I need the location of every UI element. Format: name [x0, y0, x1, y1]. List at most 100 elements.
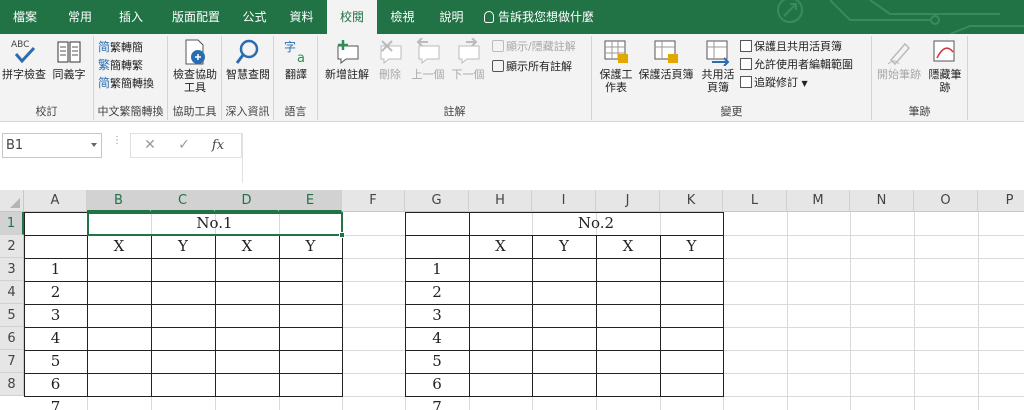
translate-button[interactable]: 字 a 翻譯 — [278, 38, 314, 81]
row-header[interactable]: 4 — [0, 281, 24, 304]
smart-lookup-label: 智慧查閱 — [226, 68, 270, 81]
table-index-cell[interactable]: 1 — [405, 258, 469, 281]
group-label-proofing: 校訂 — [35, 105, 58, 118]
column-header[interactable]: M — [787, 190, 850, 212]
check-accessibility-button[interactable]: 檢查協助工具 — [170, 38, 220, 94]
table-title[interactable]: No.2 — [469, 212, 723, 235]
show-all-comments-button[interactable]: 顯示所有註解 — [492, 60, 572, 74]
table-index-cell[interactable]: 2 — [405, 281, 469, 304]
column-header[interactable]: I — [532, 190, 596, 212]
table-index-cell[interactable]: 5 — [405, 350, 469, 373]
tab-file[interactable]: 檔案 — [0, 0, 50, 34]
column-header[interactable]: H — [469, 190, 532, 212]
row-header[interactable]: 1 — [0, 212, 24, 235]
tell-me-box[interactable]: 告訴我您想做什麼 — [484, 0, 594, 34]
enter-check-icon[interactable]: ✓ — [169, 134, 199, 157]
table-border — [24, 281, 343, 282]
column-header[interactable]: F — [342, 190, 405, 212]
group-chinese-conversion: 简繁轉簡 繁簡轉繁 简繁簡轉換 中文繁簡轉換 — [94, 36, 168, 120]
track-changes-button[interactable]: 追蹤修訂 ▼ — [740, 76, 808, 91]
table-header-cell[interactable]: Y — [660, 235, 723, 258]
table-index-cell[interactable]: 7 — [24, 396, 87, 410]
table-index-cell[interactable]: 6 — [405, 373, 469, 396]
name-box[interactable]: B1 — [2, 133, 102, 158]
tab-help[interactable]: 說明 — [429, 0, 474, 34]
tab-view[interactable]: 檢視 — [380, 0, 425, 34]
fill-handle[interactable] — [339, 232, 345, 238]
tab-home[interactable]: 常用 — [55, 0, 105, 34]
tab-page-layout[interactable]: 版面配置 — [161, 0, 231, 34]
row-header[interactable]: 3 — [0, 258, 24, 281]
spelling-button[interactable]: ABC 拼字檢查 — [0, 38, 48, 81]
protect-sheet-label: 保護工作表 — [599, 68, 633, 94]
table-border — [24, 396, 343, 397]
table-index-cell[interactable]: 3 — [24, 304, 87, 327]
table-index-cell[interactable]: 6 — [24, 373, 87, 396]
column-header[interactable]: N — [850, 190, 914, 212]
table-header-cell[interactable]: X — [215, 235, 279, 258]
start-inking-button[interactable]: 開始筆跡 — [874, 38, 924, 81]
delete-comment-button[interactable]: 刪除 — [374, 38, 406, 81]
table-header-cell[interactable]: Y — [151, 235, 215, 258]
column-header[interactable]: L — [723, 190, 787, 212]
show-all-comments-label: 顯示所有註解 — [506, 60, 572, 73]
select-all-button[interactable] — [0, 190, 24, 212]
column-header[interactable]: B — [87, 190, 151, 212]
smart-lookup-button[interactable]: 智慧查閱 — [224, 38, 272, 81]
column-header[interactable]: J — [596, 190, 660, 212]
protect-share-button[interactable]: 保護且共用活頁簿 — [740, 40, 842, 54]
table-header-cell[interactable]: Y — [279, 235, 342, 258]
formula-input[interactable] — [242, 133, 1024, 183]
table-index-cell[interactable]: 4 — [405, 327, 469, 350]
group-comments: 新增註解 刪除 上一個 下一個 顯示/隱藏註解 顯示所有註解 註解 — [318, 36, 592, 120]
row-header[interactable]: 5 — [0, 304, 24, 327]
column-header[interactable]: P — [978, 190, 1024, 212]
name-box-dropdown-icon[interactable] — [91, 143, 97, 147]
insert-function-icon[interactable]: fx — [203, 134, 233, 157]
table-index-cell[interactable]: 1 — [24, 258, 87, 281]
hide-ink-button[interactable]: 隱藏筆跡 — [924, 38, 966, 94]
row-header[interactable]: 6 — [0, 327, 24, 350]
magnifier-icon — [234, 38, 262, 66]
tab-insert[interactable]: 插入 — [106, 0, 156, 34]
table-index-cell[interactable]: 2 — [24, 281, 87, 304]
new-comment-button[interactable]: 新增註解 — [320, 38, 374, 81]
convert-button[interactable]: 简繁簡轉換 — [98, 76, 154, 91]
row-header[interactable]: 2 — [0, 235, 24, 258]
column-header[interactable]: A — [24, 190, 87, 212]
row-header[interactable]: 7 — [0, 350, 24, 373]
cancel-icon[interactable]: ✕ — [135, 134, 165, 157]
column-header[interactable]: C — [151, 190, 215, 212]
tab-data[interactable]: 資料 — [279, 0, 324, 34]
protect-sheet-button[interactable]: 保護工作表 — [596, 38, 636, 94]
table-index-cell[interactable]: 7 — [405, 396, 469, 410]
previous-comment-button[interactable]: 上一個 — [408, 37, 448, 81]
next-comment-button[interactable]: 下一個 — [448, 37, 488, 81]
table-header-cell[interactable]: Y — [532, 235, 596, 258]
table-header-cell[interactable]: X — [596, 235, 660, 258]
thesaurus-button[interactable]: 同義字 — [48, 38, 90, 81]
simp-to-trad-button[interactable]: 繁簡轉繁 — [98, 58, 143, 73]
share-workbook-button[interactable]: 共用活頁簿 — [698, 38, 738, 94]
new-comment-icon — [333, 38, 361, 66]
tab-formulas[interactable]: 公式 — [232, 0, 277, 34]
table-header-cell[interactable]: X — [87, 235, 151, 258]
table-index-cell[interactable]: 4 — [24, 327, 87, 350]
table-header-cell[interactable]: X — [469, 235, 532, 258]
table-index-cell[interactable]: 3 — [405, 304, 469, 327]
tab-review[interactable]: 校閱 — [327, 0, 377, 35]
protect-workbook-button[interactable]: 保護活頁簿 — [636, 38, 696, 81]
delete-comment-icon — [376, 38, 404, 66]
column-header[interactable]: O — [914, 190, 978, 212]
trad-to-simp-button[interactable]: 简繁轉簡 — [98, 40, 143, 55]
column-header[interactable]: E — [279, 190, 342, 212]
row-header[interactable]: 8 — [0, 373, 24, 396]
column-header[interactable]: D — [215, 190, 279, 212]
allow-edit-ranges-button[interactable]: 允許使用者編輯範圍 — [740, 58, 853, 72]
column-header[interactable]: K — [660, 190, 723, 212]
formula-bar-grip[interactable]: ⋮ — [112, 136, 122, 154]
column-header[interactable]: G — [405, 190, 469, 212]
table-index-cell[interactable]: 5 — [24, 350, 87, 373]
accessibility-check-icon — [181, 38, 209, 66]
show-hide-comment-button[interactable]: 顯示/隱藏註解 — [492, 40, 576, 54]
